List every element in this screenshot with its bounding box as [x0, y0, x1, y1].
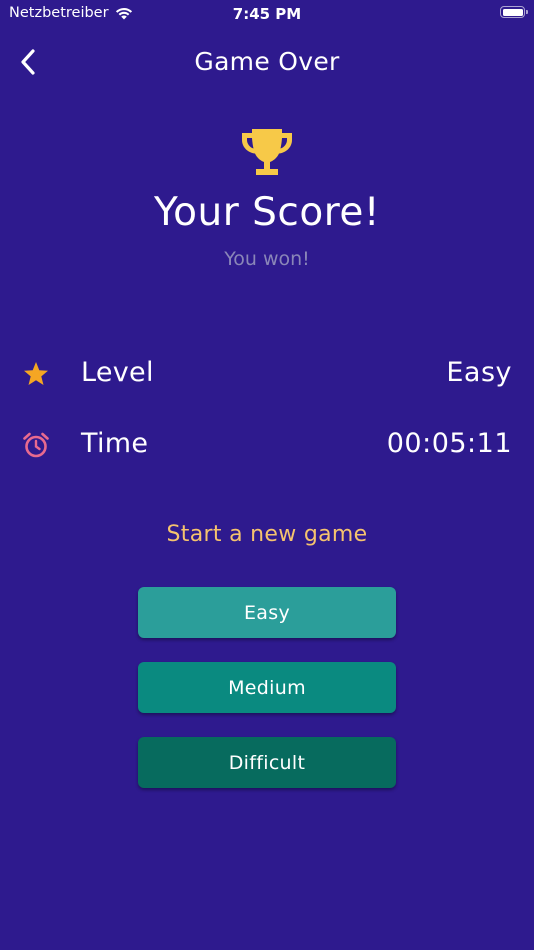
- time-row: Time 00:05:11: [0, 425, 534, 465]
- score-heading: Your Score!: [153, 190, 381, 235]
- result-subtitle: You won!: [224, 248, 310, 270]
- difficult-button[interactable]: Difficult: [138, 737, 396, 788]
- alarm-clock-icon: [23, 432, 49, 458]
- battery-level: [502, 8, 523, 16]
- level-value: Easy: [446, 357, 512, 388]
- star-icon: [24, 362, 48, 385]
- level-label: Level: [81, 357, 154, 388]
- level-row: Level Easy: [0, 354, 534, 394]
- medium-button[interactable]: Medium: [138, 662, 396, 713]
- battery-icon: [500, 6, 528, 18]
- battery-tip: [526, 10, 528, 14]
- status-clock: 7:45 PM: [232, 5, 302, 23]
- trophy-icon: [242, 129, 292, 175]
- time-label: Time: [81, 428, 149, 459]
- page-title: Game Over: [194, 47, 340, 76]
- easy-button[interactable]: Easy: [138, 587, 396, 638]
- time-value: 00:05:11: [386, 428, 512, 459]
- new-game-heading: Start a new game: [166, 522, 368, 547]
- status-bar: Netzbetreiber 7:45 PM: [0, 0, 534, 28]
